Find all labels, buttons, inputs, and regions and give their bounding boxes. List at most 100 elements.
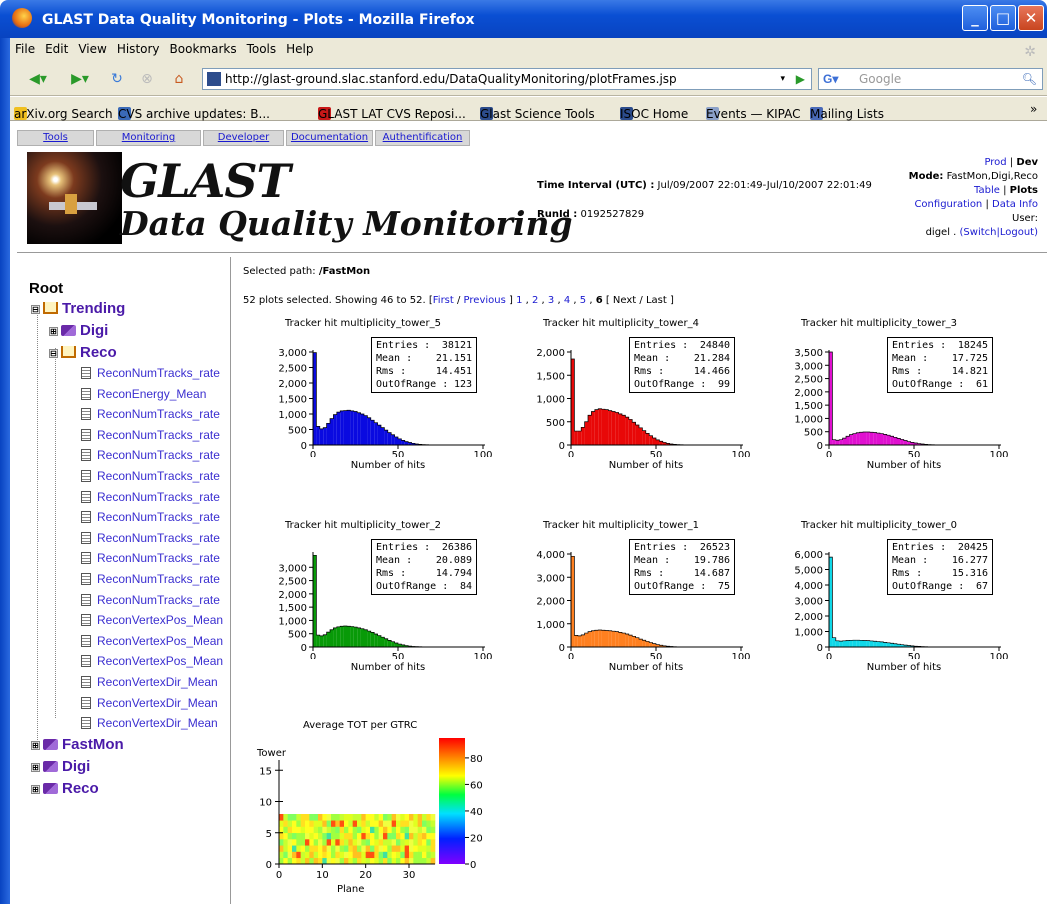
tree-leaf-item[interactable]: ReconVertexDir_Mean [81,675,230,689]
home-icon[interactable]: ⌂ [168,68,190,90]
topnav-monitoring[interactable]: Monitoring [96,130,201,146]
navigation-toolbar: ◀▾ ▶▾ ↻ ⊗ ⌂ http://glast-ground.slac.sta… [10,62,1047,96]
tree-leaf-item[interactable]: ReconVertexPos_Mean [81,654,230,668]
tree-node-label: Digi [62,758,91,775]
histogram-bar [835,640,840,647]
tree-leaf-item[interactable]: ReconVertexPos_Mean [81,613,230,627]
expand-toggle-icon[interactable]: ⊞ [31,763,40,772]
menu-history[interactable]: History [112,38,165,60]
url-bar[interactable]: http://glast-ground.slac.stanford.edu/Da… [202,68,812,90]
tree-leaf-item[interactable]: ReconNumTracks_rate [81,490,230,504]
heatmap-cell [292,814,297,821]
prod-link[interactable]: Prod [984,157,1006,168]
tree-node-digi[interactable]: ⊞ Digi [49,322,230,339]
tree-leaf-item[interactable]: ReconNumTracks_rate [81,510,230,524]
table-link[interactable]: Table [974,185,1000,196]
page-link[interactable]: 3 [548,295,554,306]
menu-edit[interactable]: Edit [40,38,73,60]
heatmap-cell [391,845,397,852]
page-link[interactable]: 5 [580,295,586,306]
heatmap-cell [279,826,284,834]
minimize-button[interactable]: _ [962,5,988,31]
tree-node-trending[interactable]: ⊟ Trending [31,300,230,317]
heatmap-cell [287,820,293,827]
next-last-links[interactable]: [ Next / Last ] [606,295,674,306]
tree-node-reco-top[interactable]: ⊞ Reco [31,780,230,797]
page-link[interactable]: 4 [564,295,570,306]
histogram-bar [588,631,592,647]
forward-button[interactable]: ▶▾ [62,68,98,90]
menu-bookmarks[interactable]: Bookmarks [165,38,242,60]
stats-label: Rms : [892,568,923,579]
pagination-separator: / [453,295,464,306]
search-icon[interactable]: 🔍︎ [1022,69,1037,89]
tree-leaf-item[interactable]: ReconNumTracks_rate [81,407,230,421]
x-tick-label: 100 [731,450,750,457]
tree-leaf-item[interactable]: ReconVertexDir_Mean [81,716,230,730]
bookmarks-toolbar: arXiv.org Search CVS archive updates: B..… [10,97,1047,121]
topnav-developer[interactable]: Developer [203,130,284,146]
menu-file[interactable]: File [10,38,40,60]
reload-icon[interactable]: ↻ [106,68,128,90]
tree-leaf-item[interactable]: ReconNumTracks_rate [81,428,230,442]
tree-leaf-item[interactable]: ReconVertexDir_Mean [81,696,230,710]
stats-value: 18245 [957,340,988,351]
topnav-authentification[interactable]: Authentification [375,130,470,146]
switch-logout-link[interactable]: (Switch|Logout) [960,227,1038,238]
tree-node-label: ReconVertexDir_Mean [97,695,218,710]
heatmap-cell [404,851,410,859]
tree-leaf-item[interactable]: ReconNumTracks_rate [81,469,230,483]
search-bar[interactable]: G▾ Google 🔍︎ [818,68,1043,90]
tree-node-reco[interactable]: ⊟ Reco [49,344,230,361]
tree-leaf-item[interactable]: ReconEnergy_Mean [81,387,230,401]
expand-toggle-icon[interactable]: ⊞ [49,327,58,336]
go-icon[interactable]: ▶ [796,69,805,89]
bookmarks-overflow-icon[interactable]: » [1030,102,1037,116]
tree-leaf-item[interactable]: ReconNumTracks_rate [81,593,230,607]
histogram-bar [628,635,633,647]
y-tick-label: 6,000 [794,550,823,561]
heatmap-plot: Average TOT per GTRC Tower Plane 0 5 10 15 0 10 2… [243,720,503,895]
tree-leaf-item[interactable]: ReconNumTracks_rate [81,551,230,565]
page-link[interactable]: 1 [516,295,522,306]
y-tick-label: 5 [266,829,272,840]
heatmap-cell [339,820,345,827]
heatmap-cell [287,851,293,859]
close-button[interactable]: ✕ [1018,5,1044,31]
tree-leaf-item[interactable]: ReconVertexPos_Mean [81,634,230,648]
tree-node-digi-top[interactable]: ⊞ Digi [31,758,230,775]
stats-box: Entries :26523 Mean :19.786 Rms :14.687 Out… [629,539,735,595]
tree-leaf-item[interactable]: ReconNumTracks_rate [81,448,230,462]
menu-tools[interactable]: Tools [242,38,282,60]
menu-bar: File Edit View History Bookmarks Tools Help ✲ [10,38,1047,62]
url-dropdown-icon[interactable]: ▾ [780,69,785,89]
histogram-bar [360,628,364,647]
menu-help[interactable]: Help [281,38,318,60]
expand-toggle-icon[interactable]: ⊞ [31,785,40,794]
menu-view[interactable]: View [73,38,111,60]
data-info-link[interactable]: Data Info [992,199,1038,210]
topnav-documentation[interactable]: Documentation [286,130,373,146]
expand-toggle-icon[interactable]: ⊞ [31,741,40,750]
maximize-button[interactable]: □ [990,5,1016,31]
configuration-link[interactable]: Configuration [914,199,982,210]
histogram-bar [370,420,375,445]
previous-page-link[interactable]: Previous [464,295,506,306]
expand-toggle-icon[interactable]: ⊟ [31,305,40,314]
first-page-link[interactable]: First [433,295,454,306]
tree-leaf-item[interactable]: ReconNumTracks_rate [81,531,230,545]
tree-node-fastmon[interactable]: ⊞ FastMon [31,736,230,753]
tree-node-label: ReconVertexPos_Mean [97,654,224,669]
tree-node-label: ReconNumTracks_rate [97,572,220,586]
tree-leaf-item[interactable]: ReconNumTracks_rate [81,366,230,380]
heatmap-cell [378,826,384,834]
page-link[interactable]: 2 [532,295,538,306]
histogram-bar [852,433,857,445]
back-button[interactable]: ◀▾ [20,68,56,90]
stop-icon[interactable]: ⊗ [136,68,158,90]
expand-toggle-icon[interactable]: ⊟ [49,349,58,358]
topnav-tools[interactable]: Tools [17,130,94,146]
histogram-bar [364,629,368,647]
tree-leaf-item[interactable]: ReconNumTracks_rate [81,572,230,586]
heatmap-cell [335,832,340,840]
